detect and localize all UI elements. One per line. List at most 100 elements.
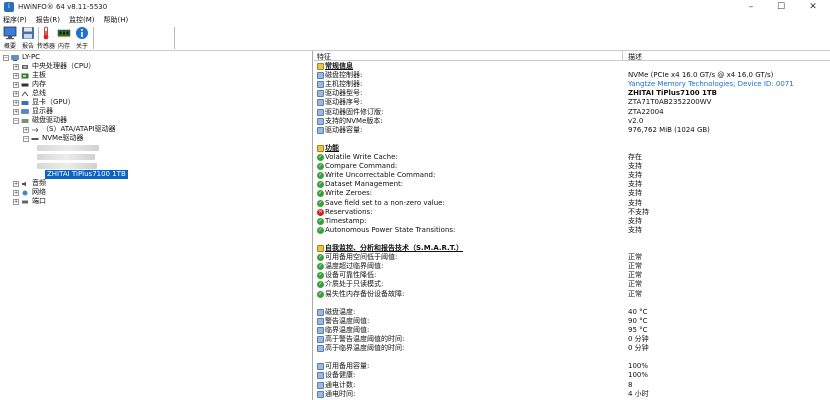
property-icon (317, 81, 324, 89)
summary-button[interactable]: 概要 (1, 26, 19, 50)
description-value: ZTA22004 (628, 107, 664, 116)
property-icon (317, 381, 324, 389)
detail-row[interactable]: 支持的NVMe版本: v2.0 (314, 117, 830, 126)
detail-row[interactable]: ✓ 介质处于只读模式: 正常 (314, 280, 830, 289)
column-header-feature[interactable]: 特征 (317, 52, 331, 62)
detail-row[interactable]: 高于警告温度阈值的时间: 0 分钟 (314, 335, 830, 344)
tree-item-memory[interactable]: + 内存 (13, 80, 46, 89)
property-icon (317, 117, 324, 125)
expand-icon[interactable]: + (13, 189, 19, 196)
tree-root[interactable]: − LY-PC (3, 53, 40, 62)
tree-item-motherboard[interactable]: + 主板 (13, 71, 46, 80)
maximize-button[interactable]: ☐ (766, 0, 796, 14)
expand-icon[interactable]: + (23, 126, 29, 133)
details-pane[interactable]: 特征 描述 常规信息 磁盘控制器: NVMe (PCIe x4 16.0 GT/s … (314, 51, 830, 400)
tree-item-nvme[interactable]: − NVMe驱动器 (23, 134, 83, 143)
detail-row[interactable]: ✓ Save field set to a non-zero value: 支持 (314, 199, 830, 208)
memory-icon (57, 29, 71, 38)
detail-row[interactable]: ✓ Autonomous Power State Transitions: 支持 (314, 226, 830, 235)
tree-item-blurred[interactable] (37, 152, 95, 161)
section-header[interactable]: 功能 (314, 144, 830, 153)
description-link[interactable]: Yangtze Memory Technologies; Device ID: … (628, 80, 794, 89)
close-button[interactable]: ✕ (798, 0, 828, 14)
detail-row[interactable]: 磁盘温度: 40 °C (314, 308, 830, 317)
tree-item-bus[interactable]: + 总线 (13, 89, 46, 98)
tree-item-audio[interactable]: + 音频 (13, 179, 46, 188)
description-value: 支持 (628, 162, 642, 171)
memory-button[interactable]: 内存 (55, 26, 73, 50)
menu-program[interactable]: 程序(P) (3, 15, 27, 25)
tree-item-blurred[interactable] (37, 143, 99, 152)
detail-row[interactable]: 设备健康: 100% (314, 371, 830, 380)
detail-row[interactable]: 驱动器容量: 976,762 MiB (1024 GB) (314, 126, 830, 135)
detail-row[interactable]: 驱动器固件修订版: ZTA22004 (314, 108, 830, 117)
detail-row[interactable]: 主机控制器: Yangtze Memory Technologies; Devic… (314, 80, 830, 89)
menu-monitor[interactable]: 监控(M) (69, 15, 95, 25)
detail-row[interactable]: 可用备用容量: 100% (314, 362, 830, 371)
section-header[interactable]: 自我监控、分析和报告技术（S.M.A.R.T.） (314, 244, 830, 253)
tree-item-blurred[interactable] (37, 161, 97, 170)
property-icon (317, 90, 324, 98)
expand-icon[interactable]: + (13, 198, 19, 205)
description-value: 0 分钟 (628, 335, 649, 343)
expand-icon[interactable]: + (13, 108, 19, 115)
about-button[interactable]: 关于 (73, 26, 91, 50)
detail-row[interactable]: 驱动器型号: ZHITAI TiPlus7100 1TB (314, 89, 830, 98)
check-icon: ✓ (317, 254, 324, 262)
audio-icon (22, 181, 26, 186)
detail-row[interactable]: 磁盘控制器: NVMe (PCIe x4 16.0 GT/s @ x4 16.0 … (314, 71, 830, 80)
tree-item-disk-drives[interactable]: − 磁盘驱动器 (13, 116, 67, 125)
tree-item-cpu[interactable]: + 中央处理器（CPU） (13, 62, 95, 71)
expand-icon[interactable]: + (13, 180, 19, 187)
expand-icon[interactable]: + (13, 72, 19, 79)
detail-row[interactable]: ✓ Volatile Write Cache: 存在 (314, 153, 830, 162)
detail-row[interactable]: 高于临界温度阈值的时间: 0 分钟 (314, 344, 830, 353)
minimize-button[interactable]: – (736, 0, 766, 14)
menu-help[interactable]: 帮助(H) (104, 15, 129, 25)
blank-row (314, 299, 830, 308)
detail-row[interactable]: 驱动器序号: ZTA71T0AB2352200WV (314, 98, 830, 107)
expand-icon[interactable]: + (13, 99, 19, 106)
tree-item-zhitai[interactable]: ZHITAI TiPlus7100 1TB (45, 170, 128, 179)
detail-row[interactable]: ✓ Write Zeroes: 支持 (314, 189, 830, 198)
detail-row[interactable]: ✕ Reservations: 不支持 (314, 208, 830, 217)
report-button[interactable]: 报告 (19, 26, 37, 50)
menu-report[interactable]: 报告(R) (36, 15, 60, 25)
detail-row[interactable]: ✓ Compare Command: 支持 (314, 162, 830, 171)
detail-row[interactable]: ✓ 设备可靠性降低: 正常 (314, 271, 830, 280)
tree-item-network[interactable]: + 网络 (13, 188, 46, 197)
tree-item-ports[interactable]: + 端口 (13, 197, 46, 206)
collapse-icon[interactable]: − (13, 117, 19, 124)
description-value: 支持 (628, 189, 642, 198)
detail-row[interactable]: ✓ 易失性内存备份设备故障: 正常 (314, 290, 830, 299)
section-header[interactable]: 常规信息 (314, 62, 830, 71)
tree-item-gpu[interactable]: + 显卡（GPU） (13, 98, 75, 107)
description-value: ZTA71T0AB2352200WV (628, 98, 712, 107)
expand-icon[interactable]: + (13, 81, 19, 88)
column-divider[interactable] (622, 51, 623, 61)
tree-item-sata[interactable]: + （S）ATA/ATAPI驱动器 (23, 125, 116, 134)
detail-row[interactable]: ✓ Timestamp: 支持 (314, 217, 830, 226)
tree-item-monitor[interactable]: + 显示器 (13, 107, 53, 116)
detail-row[interactable]: 警告温度阈值: 90 °C (314, 317, 830, 326)
detail-row[interactable]: 通电时间: 4 小时 (314, 390, 830, 399)
feature-label: Dataset Management: (325, 180, 404, 189)
device-tree-pane[interactable]: − LY-PC + 中央处理器（CPU） + 主板 + 内存 + 总线 + 显卡… (0, 51, 313, 400)
feature-label: 高于临界温度阈值的时间: (325, 344, 405, 353)
section-icon (317, 63, 324, 70)
description-value: 4 小时 (628, 389, 649, 398)
sensors-button[interactable]: 传感器 (37, 26, 55, 50)
detail-row[interactable]: ✓ Write Uncorrectable Command: 支持 (314, 171, 830, 180)
check-icon: ✓ (317, 272, 324, 280)
detail-row[interactable]: 临界温度阈值: 95 °C (314, 326, 830, 335)
column-header-description[interactable]: 描述 (628, 52, 642, 62)
expand-icon[interactable]: + (13, 90, 19, 97)
detail-row[interactable]: ✓ Dataset Management: 支持 (314, 180, 830, 189)
detail-row[interactable]: ✓ 可用备用空间低于阈值: 正常 (314, 253, 830, 262)
check-icon: ✓ (317, 190, 324, 198)
expand-icon[interactable]: + (13, 63, 19, 70)
collapse-icon[interactable]: − (3, 54, 9, 61)
detail-row[interactable]: ✓ 温度超过临界阈值: 正常 (314, 262, 830, 271)
detail-row[interactable]: 通电计数: 8 (314, 381, 830, 390)
collapse-icon[interactable]: − (23, 135, 29, 142)
